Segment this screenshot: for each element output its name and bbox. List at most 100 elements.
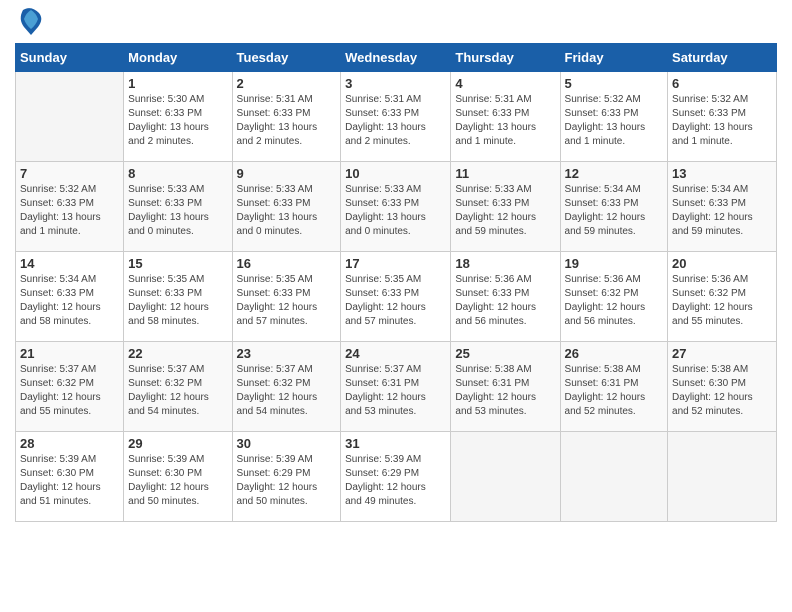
day-number: 16 (237, 256, 337, 271)
day-number: 12 (565, 166, 664, 181)
day-info: Sunrise: 5:30 AM Sunset: 6:33 PM Dayligh… (128, 93, 227, 149)
weekday-header-sunday: Sunday (16, 44, 124, 72)
logo (15, 10, 44, 35)
day-number: 7 (20, 166, 119, 181)
calendar-cell (451, 432, 560, 522)
calendar-cell: 17 Sunrise: 5:35 AM Sunset: 6:33 PM Dayli… (341, 252, 451, 342)
weekday-header-thursday: Thursday (451, 44, 560, 72)
day-number: 20 (672, 256, 772, 271)
day-info: Sunrise: 5:34 AM Sunset: 6:33 PM Dayligh… (672, 183, 772, 239)
calendar-cell: 9Sunrise: 5:33 AM Sunset: 6:33 PM Daylig… (232, 162, 341, 252)
calendar-week-2: 7 Sunrise: 5:32 AM Sunset: 6:33 PM Daylig… (16, 162, 777, 252)
calendar-cell: 19 Sunrise: 5:36 AM Sunset: 6:32 PM Dayli… (560, 252, 668, 342)
weekday-header-row: SundayMondayTuesdayWednesdayThursdayFrid… (16, 44, 777, 72)
day-number: 6 (672, 76, 772, 91)
calendar-cell: 1 Sunrise: 5:30 AM Sunset: 6:33 PM Daylig… (124, 72, 232, 162)
weekday-header-wednesday: Wednesday (341, 44, 451, 72)
day-info: Sunrise: 5:35 AM Sunset: 6:33 PM Dayligh… (345, 273, 446, 329)
day-info: Sunrise: 5:39 AM Sunset: 6:30 PM Dayligh… (20, 453, 119, 509)
day-info: Sunrise: 5:36 AM Sunset: 6:33 PM Dayligh… (455, 273, 555, 329)
day-info: Sunrise: 5:32 AM Sunset: 6:33 PM Dayligh… (672, 93, 772, 149)
calendar-cell: 22 Sunrise: 5:37 AM Sunset: 6:32 PM Dayli… (124, 342, 232, 432)
calendar-table: SundayMondayTuesdayWednesdayThursdayFrid… (15, 43, 777, 522)
calendar-cell: 24 Sunrise: 5:37 AM Sunset: 6:31 PM Dayli… (341, 342, 451, 432)
day-info: Sunrise: 5:31 AM Sunset: 6:33 PM Dayligh… (455, 93, 555, 149)
calendar-cell: 20 Sunrise: 5:36 AM Sunset: 6:32 PM Dayli… (668, 252, 777, 342)
calendar-cell (560, 432, 668, 522)
calendar-cell: 30 Sunrise: 5:39 AM Sunset: 6:29 PM Dayli… (232, 432, 341, 522)
day-info: Sunrise: 5:32 AM Sunset: 6:33 PM Dayligh… (20, 183, 119, 239)
calendar-cell: 2 Sunrise: 5:31 AM Sunset: 6:33 PM Daylig… (232, 72, 341, 162)
day-info: Sunrise: 5:39 AM Sunset: 6:29 PM Dayligh… (237, 453, 337, 509)
calendar-cell: 11 Sunrise: 5:33 AM Sunset: 6:33 PM Dayli… (451, 162, 560, 252)
calendar-cell: 10Sunrise: 5:33 AM Sunset: 6:33 PM Dayli… (341, 162, 451, 252)
day-info: Sunrise: 5:38 AM Sunset: 6:30 PM Dayligh… (672, 363, 772, 419)
calendar-cell: 31 Sunrise: 5:39 AM Sunset: 6:29 PM Dayli… (341, 432, 451, 522)
day-number: 28 (20, 436, 119, 451)
day-info: Sunrise: 5:37 AM Sunset: 6:32 PM Dayligh… (128, 363, 227, 419)
day-number: 17 (345, 256, 446, 271)
day-info: Sunrise: 5:33 AM Sunset: 6:33 PM Dayligh… (455, 183, 555, 239)
day-number: 25 (455, 346, 555, 361)
calendar-cell: 23 Sunrise: 5:37 AM Sunset: 6:32 PM Dayli… (232, 342, 341, 432)
day-number: 31 (345, 436, 446, 451)
calendar-cell: 16 Sunrise: 5:35 AM Sunset: 6:33 PM Dayli… (232, 252, 341, 342)
day-number: 11 (455, 166, 555, 181)
day-info: Sunrise: 5:32 AM Sunset: 6:33 PM Dayligh… (565, 93, 664, 149)
day-number: 3 (345, 76, 446, 91)
calendar-cell (668, 432, 777, 522)
day-info: Sunrise: 5:37 AM Sunset: 6:32 PM Dayligh… (237, 363, 337, 419)
day-number: 2 (237, 76, 337, 91)
calendar-cell: 7 Sunrise: 5:32 AM Sunset: 6:33 PM Daylig… (16, 162, 124, 252)
day-number: 13 (672, 166, 772, 181)
logo-icon (18, 5, 44, 35)
header (15, 10, 777, 35)
day-number: 27 (672, 346, 772, 361)
calendar-week-1: 1 Sunrise: 5:30 AM Sunset: 6:33 PM Daylig… (16, 72, 777, 162)
day-number: 4 (455, 76, 555, 91)
day-number: 29 (128, 436, 227, 451)
day-number: 1 (128, 76, 227, 91)
day-info: Sunrise: 5:36 AM Sunset: 6:32 PM Dayligh… (672, 273, 772, 329)
day-number: 9 (237, 166, 337, 181)
day-number: 22 (128, 346, 227, 361)
calendar-cell: 27 Sunrise: 5:38 AM Sunset: 6:30 PM Dayli… (668, 342, 777, 432)
day-number: 8 (128, 166, 227, 181)
weekday-header-monday: Monday (124, 44, 232, 72)
day-number: 5 (565, 76, 664, 91)
day-number: 23 (237, 346, 337, 361)
calendar-week-3: 14 Sunrise: 5:34 AM Sunset: 6:33 PM Dayli… (16, 252, 777, 342)
calendar-cell: 18 Sunrise: 5:36 AM Sunset: 6:33 PM Dayli… (451, 252, 560, 342)
calendar-cell: 8Sunrise: 5:33 AM Sunset: 6:33 PM Daylig… (124, 162, 232, 252)
calendar-cell: 5 Sunrise: 5:32 AM Sunset: 6:33 PM Daylig… (560, 72, 668, 162)
day-number: 30 (237, 436, 337, 451)
day-number: 26 (565, 346, 664, 361)
day-number: 15 (128, 256, 227, 271)
day-number: 18 (455, 256, 555, 271)
day-info: Sunrise: 5:39 AM Sunset: 6:29 PM Dayligh… (345, 453, 446, 509)
calendar-cell: 25 Sunrise: 5:38 AM Sunset: 6:31 PM Dayli… (451, 342, 560, 432)
day-info: Sunrise: 5:39 AM Sunset: 6:30 PM Dayligh… (128, 453, 227, 509)
calendar-cell: 12 Sunrise: 5:34 AM Sunset: 6:33 PM Dayli… (560, 162, 668, 252)
weekday-header-friday: Friday (560, 44, 668, 72)
day-info: Sunrise: 5:34 AM Sunset: 6:33 PM Dayligh… (565, 183, 664, 239)
day-info: Sunrise: 5:37 AM Sunset: 6:31 PM Dayligh… (345, 363, 446, 419)
day-info: Sunrise: 5:36 AM Sunset: 6:32 PM Dayligh… (565, 273, 664, 329)
day-info: Sunrise: 5:34 AM Sunset: 6:33 PM Dayligh… (20, 273, 119, 329)
calendar-cell: 15Sunrise: 5:35 AM Sunset: 6:33 PM Dayli… (124, 252, 232, 342)
day-number: 24 (345, 346, 446, 361)
calendar-cell: 3Sunrise: 5:31 AM Sunset: 6:33 PM Daylig… (341, 72, 451, 162)
day-number: 19 (565, 256, 664, 271)
day-number: 14 (20, 256, 119, 271)
day-info: Sunrise: 5:35 AM Sunset: 6:33 PM Dayligh… (237, 273, 337, 329)
calendar-cell: 4 Sunrise: 5:31 AM Sunset: 6:33 PM Daylig… (451, 72, 560, 162)
day-info: Sunrise: 5:38 AM Sunset: 6:31 PM Dayligh… (455, 363, 555, 419)
day-number: 21 (20, 346, 119, 361)
calendar-cell: 14 Sunrise: 5:34 AM Sunset: 6:33 PM Dayli… (16, 252, 124, 342)
calendar-cell: 28 Sunrise: 5:39 AM Sunset: 6:30 PM Dayli… (16, 432, 124, 522)
calendar-cell (16, 72, 124, 162)
calendar-cell: 13 Sunrise: 5:34 AM Sunset: 6:33 PM Dayli… (668, 162, 777, 252)
day-info: Sunrise: 5:31 AM Sunset: 6:33 PM Dayligh… (237, 93, 337, 149)
page-container: SundayMondayTuesdayWednesdayThursdayFrid… (0, 0, 792, 532)
calendar-cell: 29 Sunrise: 5:39 AM Sunset: 6:30 PM Dayli… (124, 432, 232, 522)
